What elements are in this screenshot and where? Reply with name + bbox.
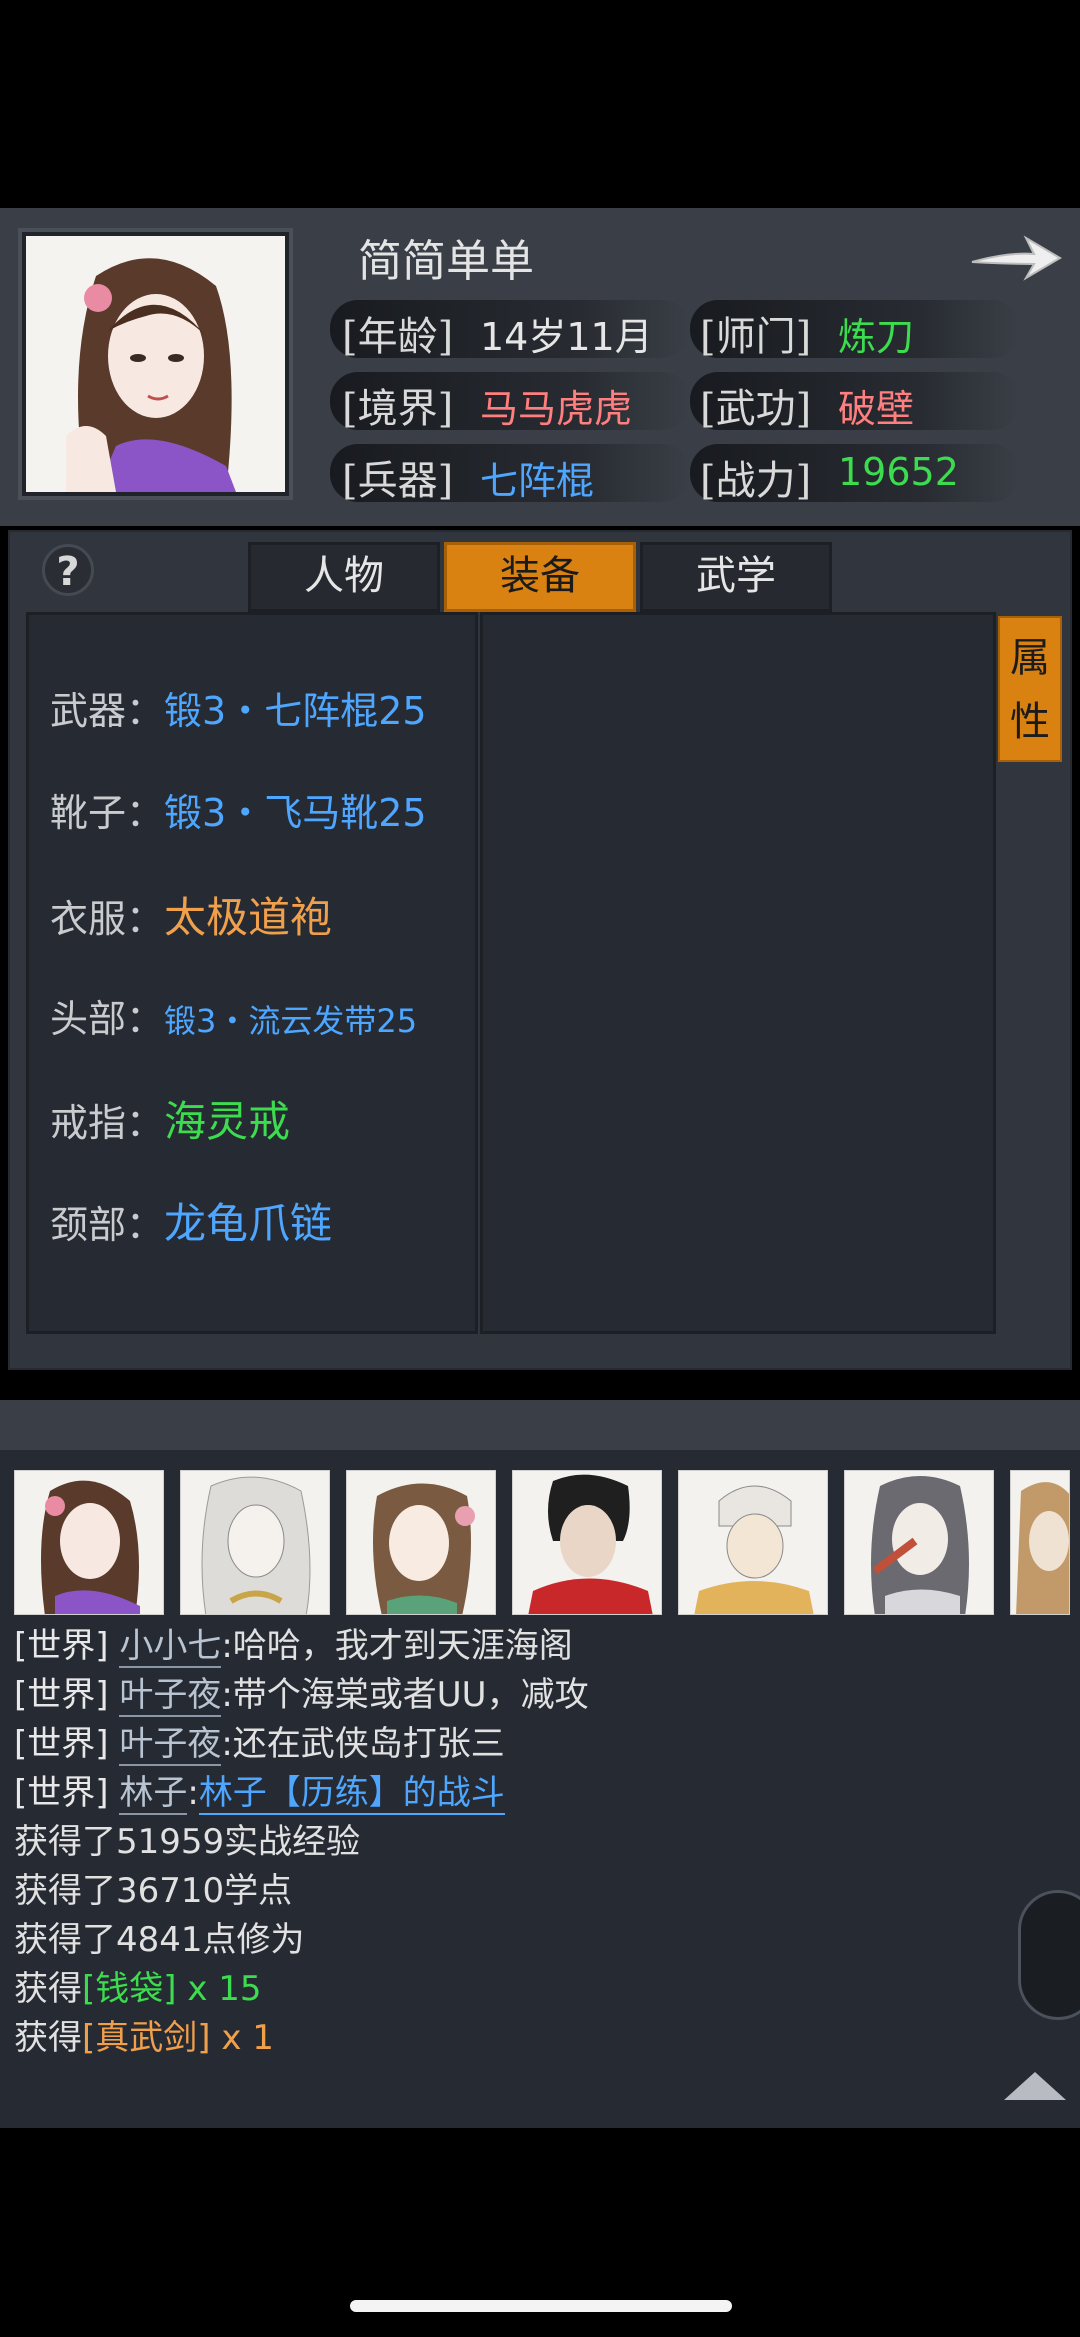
home-indicator[interactable] — [350, 2300, 732, 2312]
chat-message: [世界] 叶子夜:还在武侠岛打张三 — [14, 1716, 505, 1766]
chat-channel: [世界] — [14, 1724, 109, 1764]
floating-menu-icon[interactable] — [1018, 1890, 1080, 2020]
stat-label-realm: [境界] — [342, 386, 454, 432]
chat-text: : — [187, 1773, 199, 1813]
stat-label-school: [师门] — [700, 314, 812, 360]
stat-value-age: 14岁11月 — [480, 315, 653, 359]
equipment-item-name: 海灵戒 — [164, 1097, 291, 1146]
party-avatar[interactable] — [844, 1470, 994, 1615]
reward-message: 获得了51959实战经验 — [14, 1822, 361, 1862]
equipment-row-weapon[interactable]: 武器：锻3・七阵棍25 — [50, 680, 427, 735]
party-avatar[interactable] — [14, 1470, 164, 1615]
equipment-row-ring[interactable]: 戒指：海灵戒 — [50, 1088, 290, 1149]
item-reward-prefix: 获得 — [14, 1969, 82, 2009]
reward-message: 获得了36710学点 — [14, 1871, 293, 1911]
item-reward-prefix: 获得 — [14, 2018, 82, 2058]
equipment-item-name: 太极道袍 — [164, 893, 333, 942]
equipment-item-name: 锻3・七阵棍25 — [164, 689, 427, 733]
stat-value-martial: 破壁 — [838, 387, 915, 431]
attributes-tab[interactable]: 属性 — [998, 616, 1062, 762]
item-name[interactable]: [真武剑] — [82, 2018, 211, 2058]
equipment-detail — [480, 612, 996, 1334]
equipment-row-clothes[interactable]: 衣服：太极道袍 — [50, 884, 332, 945]
equipment-row-head[interactable]: 头部：锻3・流云发带25 — [50, 988, 417, 1043]
attributes-tab-label: 属性 — [1010, 635, 1050, 745]
next-arrow-icon[interactable] — [968, 228, 1064, 288]
item-quantity: x 1 — [210, 2018, 274, 2058]
equipment-row-boots[interactable]: 靴子：锻3・飞马靴25 — [50, 782, 427, 837]
party-avatar[interactable] — [1010, 1470, 1070, 1615]
stat-label-weapon: [兵器] — [342, 458, 454, 504]
tab-character[interactable]: 人物 — [248, 542, 440, 612]
chat-message: [世界] 林子:林子【历练】的战斗 — [14, 1765, 505, 1815]
chat-message: [世界] 小小七:哈哈，我才到天涯海阁 — [14, 1618, 573, 1668]
equipment-slot-label: 颈部： — [50, 1203, 165, 1247]
equipment-slot-label: 靴子： — [50, 791, 165, 835]
item-quantity: x 15 — [176, 1969, 262, 2009]
item-reward-message: 获得[钱袋] x 15 — [14, 1961, 262, 2010]
item-name[interactable]: [钱袋] — [82, 1969, 177, 2009]
stat-label-power: [战力] — [700, 458, 812, 504]
player-name: 简简单单 — [358, 236, 534, 287]
stat-value-realm: 马马虎虎 — [480, 387, 633, 431]
chat-channel: [世界] — [14, 1626, 109, 1666]
equipment-item-name: 龙龟爪链 — [164, 1199, 333, 1248]
character-portrait[interactable] — [26, 236, 285, 492]
stat-value-weapon: 七阵棍 — [480, 459, 595, 503]
stat-value-power: 19652 — [838, 450, 959, 494]
chat-text: :哈哈，我才到天涯海阁 — [221, 1626, 573, 1666]
chat-message: [世界] 叶子夜:带个海棠或者UU，减攻 — [14, 1667, 589, 1717]
scroll-up-icon[interactable] — [1000, 2068, 1070, 2104]
divider-strip — [0, 1400, 1080, 1450]
help-button[interactable]: ? — [42, 544, 94, 596]
equipment-slot-label: 武器： — [50, 689, 165, 733]
item-reward-message: 获得[真武剑] x 1 — [14, 2010, 274, 2059]
chat-channel: [世界] — [14, 1675, 109, 1715]
tab-equipment[interactable]: 装备 — [444, 542, 636, 612]
party-avatar[interactable] — [346, 1470, 496, 1615]
equipment-slot-label: 衣服： — [50, 897, 165, 941]
equipment-item-name: 锻3・飞马靴25 — [164, 791, 427, 835]
battle-link[interactable]: 林子【历练】的战斗 — [198, 1773, 505, 1815]
equipment-row-neck[interactable]: 颈部：龙龟爪链 — [50, 1190, 332, 1251]
party-avatar[interactable] — [512, 1470, 662, 1615]
stat-label-martial: [武功] — [700, 386, 812, 432]
chat-user-link[interactable]: 叶子夜 — [119, 1724, 222, 1766]
equipment-item-name: 锻3・流云发带25 — [164, 1002, 418, 1040]
chat-user-link[interactable]: 林子 — [119, 1773, 188, 1815]
chat-text: :带个海棠或者UU，减攻 — [221, 1675, 589, 1715]
party-avatar[interactable] — [678, 1470, 828, 1615]
equipment-slot-label: 戒指： — [50, 1101, 165, 1145]
stat-value-school: 炼刀 — [838, 315, 915, 359]
party-avatar[interactable] — [180, 1470, 330, 1615]
chat-user-link[interactable]: 小小七 — [119, 1626, 222, 1668]
chat-text: :还在武侠岛打张三 — [221, 1724, 505, 1764]
chat-channel: [世界] — [14, 1773, 109, 1813]
reward-message: 获得了4841点修为 — [14, 1920, 305, 1960]
equipment-slot-label: 头部： — [50, 997, 165, 1041]
tab-martial-arts[interactable]: 武学 — [640, 542, 832, 612]
stat-label-age: [年龄] — [342, 314, 454, 360]
chat-user-link[interactable]: 叶子夜 — [119, 1675, 222, 1717]
